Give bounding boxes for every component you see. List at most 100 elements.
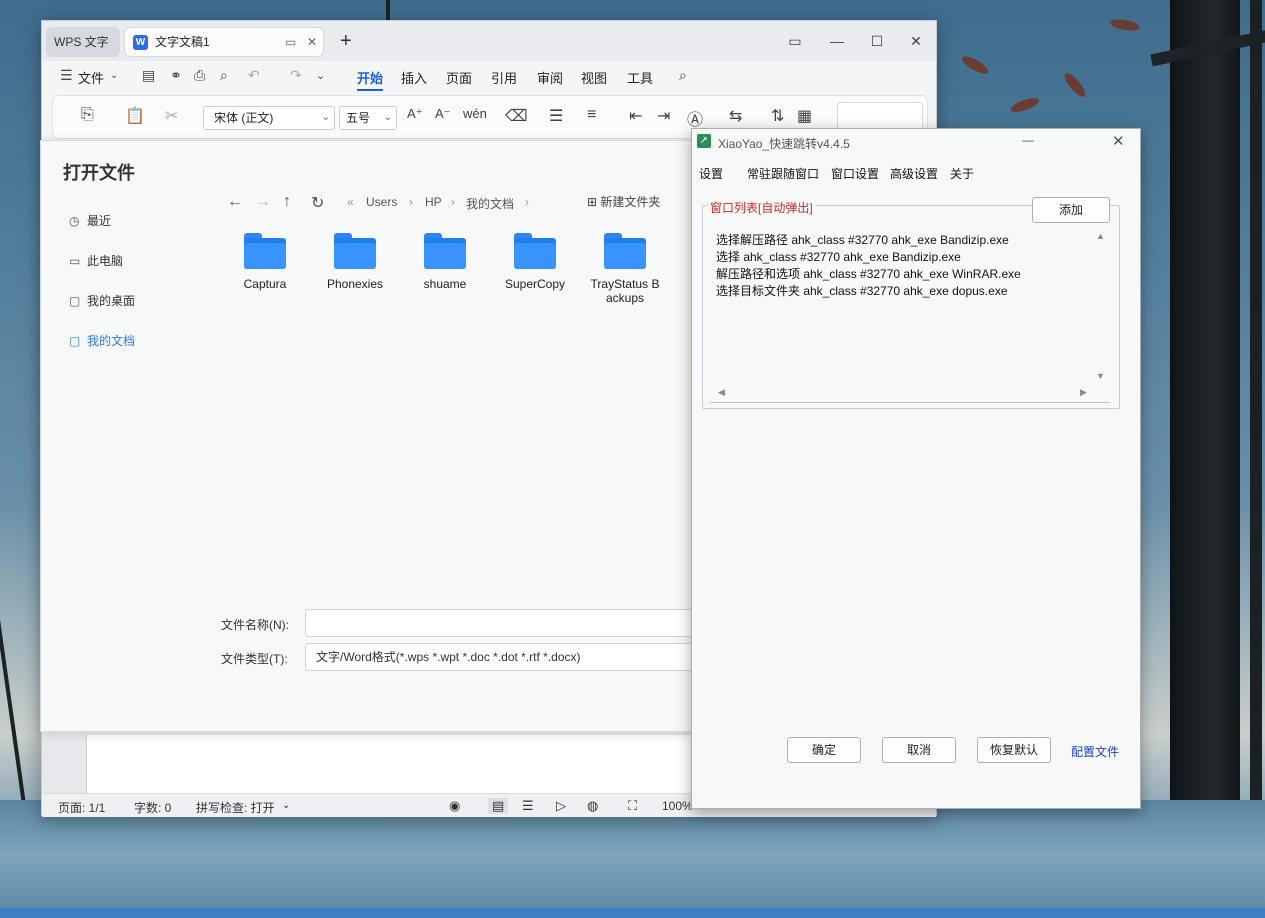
tab-follow-window[interactable]: 常驻跟随窗口 — [747, 165, 819, 182]
xiaoyao-titlebar[interactable]: ➚ XiaoYao_快速跳转v4.4.5 — ✕ — [692, 129, 1140, 155]
nav-desktop[interactable]: ▢ 我的桌面 — [69, 291, 135, 311]
outline-view-icon[interactable]: ☰ — [522, 798, 534, 814]
forward-arrow-icon[interactable]: → — [255, 193, 271, 211]
config-file-link[interactable]: 配置文件 — [1071, 743, 1119, 760]
undo-icon[interactable]: ↶ — [248, 67, 260, 84]
redo-icon[interactable]: ↷ — [290, 67, 302, 84]
close-icon[interactable]: ✕ — [904, 29, 928, 53]
cancel-button[interactable]: 取消 — [882, 737, 956, 763]
window-list-legend: 窗口列表[自动弹出] — [708, 199, 815, 216]
breadcrumb-overflow-icon[interactable]: « — [347, 195, 354, 209]
breadcrumb-separator-icon: › — [409, 195, 413, 209]
breadcrumb-users[interactable]: Users — [366, 195, 397, 209]
eye-icon[interactable]: ◉ — [449, 798, 460, 814]
tab-window-settings[interactable]: 窗口设置 — [831, 165, 879, 182]
menu-tab-tools[interactable]: 工具 — [627, 68, 653, 87]
increase-font-icon[interactable]: A⁺ — [407, 106, 423, 122]
nav-documents[interactable]: ▢ 我的文档 — [69, 331, 135, 351]
filetype-select[interactable]: 文字/Word格式(*.wps *.wpt *.doc *.dot *.rtf … — [305, 643, 695, 671]
spell-check-status[interactable]: 拼写检查: 打开 — [196, 799, 275, 816]
font-family-select[interactable]: 宋体 (正文) ⌄ — [203, 106, 335, 130]
menu-tab-review[interactable]: 审阅 — [537, 68, 563, 87]
menu-tab-home[interactable]: 开始 — [357, 68, 384, 91]
taskbar[interactable] — [0, 908, 1265, 918]
page-view-icon[interactable]: ▤ — [488, 798, 509, 814]
tab-settings[interactable]: 设置 — [699, 165, 723, 182]
add-button[interactable]: 添加 — [1032, 197, 1110, 223]
zoom-level[interactable]: 100% — [662, 799, 693, 813]
menu-tab-insert[interactable]: 插入 — [401, 68, 427, 87]
monitor-icon[interactable]: ▭ — [285, 28, 296, 56]
scroll-right-icon[interactable]: ▶ — [1080, 387, 1087, 398]
back-arrow-icon[interactable]: ← — [227, 193, 243, 211]
clear-format-icon[interactable]: ⌫ — [505, 106, 528, 126]
decrease-font-icon[interactable]: A⁻ — [435, 106, 451, 122]
save-icon[interactable]: ▤ — [142, 67, 155, 84]
numbered-list-icon[interactable]: ≡ — [587, 106, 596, 124]
close-tab-icon[interactable]: ✕ — [307, 28, 317, 56]
breadcrumb-documents[interactable]: 我的文档 — [466, 195, 514, 212]
restore-window-icon[interactable]: ▭ — [783, 29, 807, 53]
scroll-down-icon[interactable]: ▼ — [1096, 371, 1105, 381]
minimize-icon[interactable]: — — [825, 29, 849, 53]
menu-tab-view[interactable]: 视图 — [581, 68, 607, 87]
increase-indent-icon[interactable]: ⇥ — [657, 106, 670, 126]
bullet-list-icon[interactable]: ☰ — [549, 106, 563, 126]
new-tab-button[interactable]: + — [340, 29, 352, 53]
tab-about[interactable]: 关于 — [950, 165, 974, 182]
maximize-icon[interactable]: ☐ — [865, 29, 889, 53]
line-spacing-icon[interactable]: ⇆ — [729, 106, 742, 126]
menu-tab-reference[interactable]: 引用 — [491, 68, 517, 87]
refresh-icon[interactable]: ↻ — [311, 193, 324, 213]
folder-item[interactable]: SuperCopy — [491, 233, 579, 291]
web-view-icon[interactable]: ◍ — [587, 798, 598, 814]
nav-this-pc[interactable]: ▭ 此电脑 — [69, 251, 123, 271]
list-item[interactable]: 选择目标文件夹 ahk_class #32770 ahk_exe dopus.e… — [716, 282, 1008, 299]
close-icon[interactable]: ✕ — [1112, 132, 1125, 150]
folder-item[interactable]: Phonexies — [311, 233, 399, 291]
list-item[interactable]: 选择解压路径 ahk_class #32770 ahk_exe Bandizip… — [716, 231, 1009, 248]
ok-button[interactable]: 确定 — [787, 737, 861, 763]
breadcrumb-hp[interactable]: HP — [425, 195, 442, 209]
chevron-down-icon[interactable]: ⌄ — [282, 800, 290, 811]
list-item[interactable]: 解压路径和选项 ahk_class #32770 ahk_exe WinRAR.… — [716, 265, 1021, 282]
cut-icon[interactable]: ✂ — [165, 106, 178, 126]
scroll-left-icon[interactable]: ◀ — [718, 387, 725, 398]
nav-recent[interactable]: ◷ 最近 — [69, 211, 111, 231]
reset-default-button[interactable]: 恢复默认 — [977, 737, 1051, 763]
search-icon[interactable]: ⌕ — [679, 67, 687, 84]
print-preview-icon[interactable]: ⌕ — [220, 67, 228, 84]
sort-icon[interactable]: ⇅ — [771, 106, 784, 126]
format-painter-icon[interactable]: ⎘ — [81, 106, 94, 124]
up-arrow-icon[interactable]: ↑ — [283, 193, 291, 211]
document-page[interactable] — [86, 735, 786, 793]
show-marks-icon[interactable]: ▦ — [797, 106, 812, 126]
scroll-up-icon[interactable]: ▲ — [1096, 231, 1105, 241]
word-count[interactable]: 字数: 0 — [134, 799, 171, 816]
chevron-down-icon[interactable]: ⌄ — [110, 70, 118, 81]
phonetic-guide-icon[interactable]: wén — [463, 106, 487, 121]
print-icon[interactable]: ⎙ — [194, 67, 205, 84]
font-size-select[interactable]: 五号 ⌄ — [339, 106, 397, 130]
menu-hamburger-icon[interactable]: ☰ — [60, 67, 73, 84]
more-chevron-icon[interactable]: ⌄ — [316, 69, 325, 82]
tab-document[interactable]: W 文字文稿1 ▭ ✕ — [124, 27, 324, 57]
link-icon[interactable]: ⚭ — [170, 67, 182, 84]
play-icon[interactable]: ▷ — [556, 798, 566, 814]
minimize-icon[interactable]: — — [1022, 133, 1034, 147]
text-direction-icon[interactable]: Ⓐ — [687, 106, 703, 130]
decrease-indent-icon[interactable]: ⇤ — [629, 106, 642, 126]
tab-advanced-settings[interactable]: 高级设置 — [890, 165, 938, 182]
list-item[interactable]: 选择 ahk_class #32770 ahk_exe Bandizip.exe — [716, 248, 961, 265]
fit-page-icon[interactable]: ⛶ — [628, 798, 637, 814]
folder-item[interactable]: Captura — [221, 233, 309, 291]
menu-tab-page[interactable]: 页面 — [446, 68, 472, 87]
menu-file[interactable]: 文件 — [78, 68, 104, 87]
new-folder-button[interactable]: ⊞ 新建文件夹 — [587, 193, 660, 210]
filename-input[interactable] — [305, 609, 695, 637]
paste-icon[interactable]: 📋 — [125, 106, 145, 126]
tab-wps-home[interactable]: WPS 文字 — [46, 27, 120, 57]
folder-item[interactable]: TrayStatus B ackups — [581, 233, 669, 305]
window-listbox[interactable]: 选择解压路径 ahk_class #32770 ahk_exe Bandizip… — [710, 227, 1110, 403]
folder-item[interactable]: shuame — [401, 233, 489, 291]
